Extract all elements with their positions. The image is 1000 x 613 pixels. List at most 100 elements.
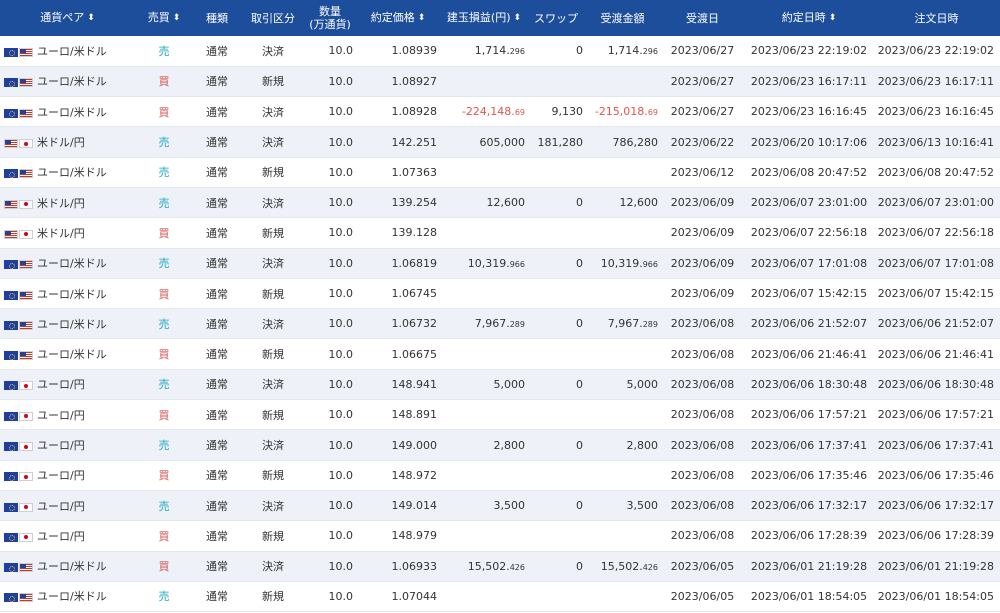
pair-cell: ユーロ/米ドル <box>0 36 135 66</box>
pl-cell <box>441 278 527 308</box>
side-cell: 買 <box>158 348 170 362</box>
pl-main: 7,967. <box>474 317 510 331</box>
type-cell: 決済 <box>262 499 284 513</box>
table-row[interactable]: ユーロ/米ドル買通常 決済 10.0 1.08928 -224,148.69 9,130-… <box>0 97 1000 127</box>
kind-cell: 通常 <box>206 590 228 604</box>
table-row[interactable]: ユーロ/米ドル買通常 決済 10.0 1.06933 15,502.426 0 15,502… <box>0 551 1000 582</box>
kind-cell: 通常 <box>206 529 228 543</box>
price-cell: 1.06745 <box>391 287 438 301</box>
header-pair[interactable]: 通貨ペア ⬍ <box>0 0 135 36</box>
kind-cell: 通常 <box>206 439 228 452</box>
pair-cell: ユーロ/米ドル <box>0 339 135 369</box>
swap-cell: 0 <box>576 438 583 452</box>
price-cell: 1.06819 <box>391 256 438 270</box>
currency-flags <box>4 288 34 301</box>
price-cell: 1.08927 <box>391 74 438 88</box>
currency-flags <box>4 500 34 513</box>
header-price[interactable]: 約定価格 ⬍ <box>355 0 441 36</box>
table-row[interactable]: 米ドル/円 売 通常 決済 10.0 139.254 12,600 0 12,600 2023/0… <box>0 187 1000 218</box>
table-row[interactable]: 米ドル/円 買 通常 新規 10.0 139.128 2023/06/09 2023/06/0… <box>0 218 1000 249</box>
kind-cell: 通常 <box>206 257 228 271</box>
amount-cell <box>585 581 660 611</box>
pair-label: ユーロ/米ドル <box>37 317 107 331</box>
order-time-cell: 2023/06/07 22:56:18 <box>877 226 994 240</box>
amount-decimal: 69 <box>647 108 658 118</box>
settle-date-cell: 2023/06/08 <box>670 438 735 452</box>
table-row[interactable]: ユーロ/米ドル 売 通常 新規 10.0 1.07044 2023/06/05 2023/06… <box>0 581 1000 612</box>
pair-label: 米ドル/円 <box>37 226 85 240</box>
table-row[interactable]: ユーロ/円 売 通常 決済 10.0 149.014 3,500 0 3,500 2023/06/… <box>0 490 1000 521</box>
settle-date-cell: 2023/06/08 <box>670 408 735 422</box>
settle-date-cell: 2023/06/08 <box>670 499 735 513</box>
swap-cell: 181,280 <box>537 135 584 149</box>
sort-updown-icon[interactable]: ⬍ <box>418 12 426 25</box>
table-row[interactable]: ユーロ/米ドル 買 通常 新規 10.0 1.06745 2023/06/09 2023/06… <box>0 278 1000 309</box>
amount-decimal: 966 <box>642 259 658 269</box>
pair-label: ユーロ/円 <box>37 469 85 483</box>
amount-cell: 10,319.966 <box>585 248 660 278</box>
side-cell: 買 <box>158 469 170 483</box>
sort-updown-icon[interactable]: ⬍ <box>173 12 181 25</box>
exec-time-cell: 2023/06/06 17:28:39 <box>750 529 868 543</box>
exec-time-cell: 2023/06/01 21:19:28 <box>750 559 868 573</box>
table-row[interactable]: 米ドル/円 売 通常 決済 10.0 142.251 605,000 181,280 786,2… <box>0 126 1000 158</box>
pair-label: ユーロ/米ドル <box>37 257 107 271</box>
currency-flags <box>4 470 34 483</box>
currency-flags <box>4 409 34 422</box>
side-cell: 売 <box>158 439 170 452</box>
price-cell: 148.941 <box>391 377 438 391</box>
table-row[interactable]: ユーロ/円 買 通常 新規 10.0 148.979 2023/06/08 2023/06/0… <box>0 521 1000 552</box>
pair-label: ユーロ/円 <box>37 529 85 543</box>
pl-main: 10,319. <box>467 256 510 270</box>
price-cell: 1.07044 <box>391 589 438 603</box>
header-pl[interactable]: 建玉損益(円) ⬍ <box>441 0 527 36</box>
header-qty: 数量 (万通貨) <box>309 5 351 31</box>
amount-cell <box>585 66 660 96</box>
qty-cell: 10.0 <box>328 196 354 210</box>
table-row[interactable]: ユーロ/円 買 通常 新規 10.0 148.891 2023/06/08 2023/06/0… <box>0 400 1000 430</box>
swap-cell <box>527 460 585 490</box>
kind-cell: 通常 <box>206 105 228 119</box>
price-cell: 139.254 <box>391 196 438 210</box>
pair-cell: ユーロ/米ドル <box>0 97 135 127</box>
table-row[interactable]: ユーロ/米ドル 売 通常 新規 10.0 1.07363 2023/06/12 2023/06… <box>0 157 1000 188</box>
side-cell: 売 <box>158 166 170 180</box>
pl-cell: 12,600 <box>441 187 527 217</box>
qty-cell: 10.0 <box>328 44 354 58</box>
table-row[interactable]: ユーロ/円 売 通常 決済 10.0 149.000 2,800 0 2,800 2023/06/… <box>0 429 1000 461</box>
swap-cell: 0 <box>576 377 583 391</box>
flag-eu-icon <box>4 472 18 482</box>
currency-flags <box>4 379 34 392</box>
kind-cell: 通常 <box>206 136 228 150</box>
exec-time-cell: 2023/06/23 16:17:11 <box>750 74 868 88</box>
sort-updown-icon[interactable]: ⬍ <box>87 12 95 25</box>
kind-cell: 通常 <box>206 348 228 362</box>
flag-us-icon <box>4 139 18 149</box>
swap-cell <box>527 581 585 611</box>
flag-jp-icon <box>19 442 33 451</box>
table-row[interactable]: ユーロ/円 買 通常 新規 10.0 148.972 2023/06/08 2023/06/0… <box>0 460 1000 491</box>
table-row[interactable]: ユーロ/米ドル 買 通常 新規 10.0 1.08927 2023/06/27 2023/06… <box>0 66 1000 97</box>
price-cell: 1.06732 <box>391 317 438 331</box>
sort-updown-icon[interactable]: ⬍ <box>514 12 522 25</box>
header-exec-time[interactable]: 約定日時 ⬍ <box>745 0 873 36</box>
header-side[interactable]: 売買 ⬍ <box>135 0 193 36</box>
type-cell: 決済 <box>262 44 284 58</box>
exec-time-cell: 2023/06/01 18:54:05 <box>750 589 868 603</box>
table-row[interactable]: ユーロ/米ドル売通常 決済 10.0 1.06732 7,967.289 0 7,967.2… <box>0 308 1000 339</box>
pair-cell: ユーロ/円 <box>0 430 135 460</box>
sort-updown-icon[interactable]: ⬍ <box>829 12 837 25</box>
price-cell: 148.979 <box>391 529 438 543</box>
table-row[interactable]: ユーロ/米ドル売通常 決済 10.0 1.06819 10,319.966 0 10,319… <box>0 248 1000 279</box>
pl-cell: 1,714.296 <box>441 36 527 66</box>
flag-eu-icon <box>4 593 18 603</box>
table-row[interactable]: ユーロ/米ドル売通常 決済 10.0 1.08939 1,714.296 0 1,714.2… <box>0 36 1000 67</box>
table-row[interactable]: ユーロ/米ドル 買 通常 新規 10.0 1.06675 2023/06/08 2023/06… <box>0 339 1000 370</box>
swap-cell: 0 <box>576 44 583 58</box>
exec-time-cell: 2023/06/06 17:57:21 <box>750 408 868 422</box>
settle-date-cell: 2023/06/09 <box>670 256 735 270</box>
amount-cell <box>585 218 660 248</box>
side-cell: 買 <box>158 408 170 422</box>
settle-date-cell: 2023/06/08 <box>670 347 735 361</box>
table-row[interactable]: ユーロ/円 売 通常 決済 10.0 148.941 5,000 0 5,000 2023/06/… <box>0 369 1000 400</box>
